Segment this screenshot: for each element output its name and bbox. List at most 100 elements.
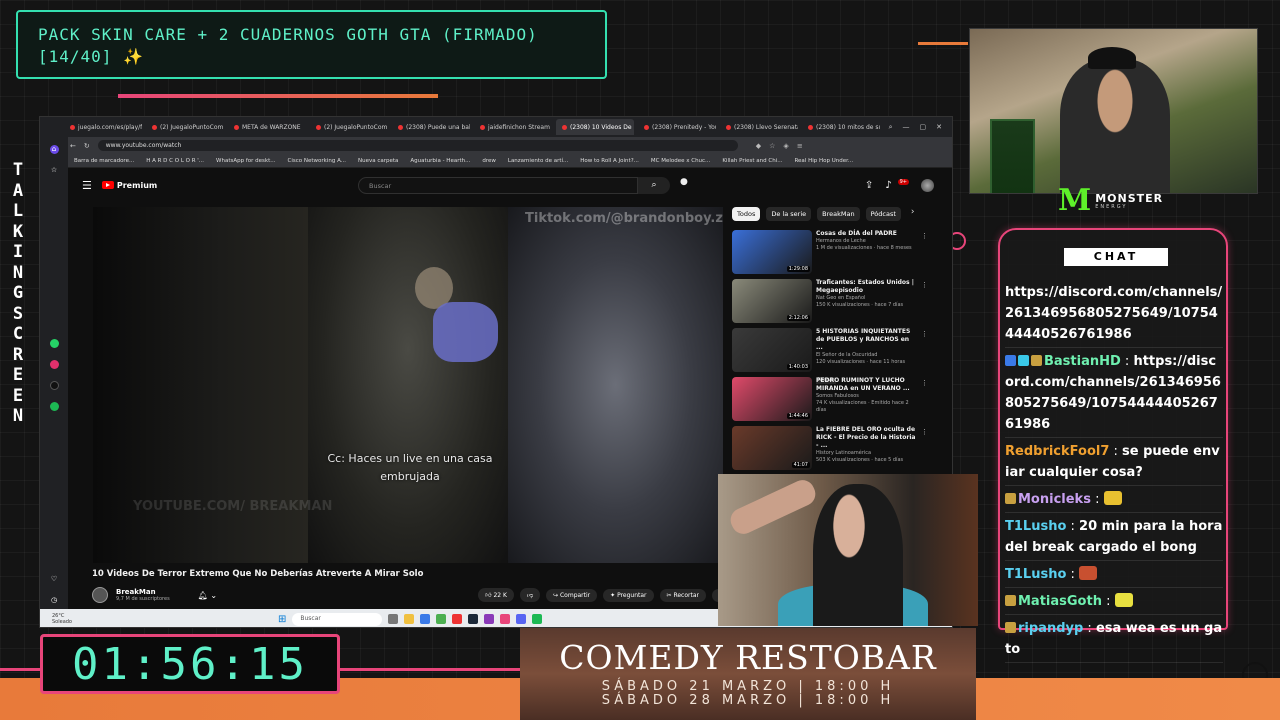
chat-username[interactable]: BastianHD — [1044, 354, 1121, 369]
browser-tab[interactable]: (2) JuegaloPuntoCom — [146, 119, 224, 135]
menu-icon[interactable]: ≡ — [797, 142, 803, 150]
more-options-icon[interactable]: ⋮ — [921, 232, 928, 240]
bookmark-item[interactable]: Lanzamiento de artí... — [508, 158, 568, 164]
more-options-icon[interactable]: ⋮ — [921, 330, 928, 338]
recommendation-title[interactable]: 5 HISTORIAS INQUIETANTES de PUEBLOS y RA… — [816, 328, 916, 352]
share-button[interactable]: ↪ Compartir — [546, 588, 598, 602]
recommendation-thumbnail[interactable]: 1:44:46 — [732, 377, 812, 421]
browser-tab[interactable]: (2308) 10 mitos de sup — [802, 119, 880, 135]
clock-icon[interactable]: ◷ — [50, 596, 59, 605]
more-options-icon[interactable]: ⋮ — [921, 428, 928, 436]
bookmark-item[interactable]: Nueva carpeta — [358, 158, 398, 164]
recommendation-thumbnail[interactable]: 41:07 — [732, 426, 812, 470]
channel-name[interactable]: BreakMan — [116, 588, 170, 596]
chat-username[interactable]: ripandyp — [1018, 621, 1083, 636]
microphone-icon[interactable]: ● — [680, 177, 688, 187]
taskbar-app-icon[interactable] — [532, 614, 543, 624]
star-icon[interactable]: ☆ — [769, 142, 775, 150]
browser-tab[interactable]: (2308) Puede una bala — [392, 119, 470, 135]
chat-username[interactable]: RedbrickFool7 — [1005, 444, 1109, 459]
filter-chip[interactable]: De la serie — [766, 207, 812, 221]
recommendation-thumbnail[interactable]: 1:29:08 — [732, 230, 812, 274]
bookmark-item[interactable]: Cisco Networking A... — [288, 158, 347, 164]
reload-icon[interactable]: ↻ — [84, 142, 90, 150]
instagram-icon[interactable] — [49, 360, 59, 369]
recommendation-item[interactable]: 2:12:06 Traficantes: Estados Unidos | Meg… — [732, 279, 932, 328]
upload-icon[interactable]: ⇪ — [865, 180, 873, 191]
bookmark-item[interactable]: H A R D C O L O R '... — [146, 158, 204, 164]
heart-icon[interactable]: ♡ — [50, 575, 59, 584]
filter-chip[interactable]: Pódcast — [865, 207, 901, 221]
bookmark-item[interactable]: Killah Priest and Chi... — [722, 158, 782, 164]
weather-widget[interactable]: 26°C Soleado — [52, 613, 72, 625]
search-icon[interactable]: ⌕ — [638, 177, 670, 194]
bookmark-item[interactable]: WhatsApp for deskt... — [216, 158, 275, 164]
recommendation-title[interactable]: Traficantes: Estados Unidos | Megaepisod… — [816, 279, 916, 295]
recommendation-title[interactable]: La FIEBRE DEL ORO oculta de RICK - El Pr… — [816, 426, 916, 450]
video-player[interactable]: Tiktok.com/@brandonboy.z YOUTUBE.COM/ BR… — [93, 207, 723, 563]
bookmark-item[interactable]: Barra de marcadore... — [74, 158, 134, 164]
youtube-logo[interactable]: Premium — [101, 181, 157, 190]
windows-start-icon[interactable]: ⊞ — [278, 614, 286, 625]
browser-tab[interactable]: jaidefinichon Stream — [474, 119, 552, 135]
browser-tab[interactable]: META de WARZONE — [228, 119, 306, 135]
taskbar-app-icon[interactable] — [516, 614, 527, 624]
browser-tab[interactable]: juegalo.com/es/play/fr — [64, 119, 142, 135]
spotify-icon[interactable] — [49, 402, 59, 411]
taskbar-app-icon[interactable] — [484, 614, 495, 624]
recommendation-item[interactable]: 1:40:03 5 HISTORIAS INQUIETANTES de PUEBL… — [732, 328, 932, 384]
recommendation-title[interactable]: Cosas de DÍA del PADRE — [816, 230, 916, 238]
subscribe-bell-icon[interactable]: 🔔︎ ⌄ — [198, 591, 217, 600]
filter-chip[interactable]: BreakMan — [817, 207, 860, 221]
youtube-search-input[interactable]: Buscar — [358, 177, 638, 194]
bookmark-item[interactable]: Real Hip Hop Under... — [794, 158, 853, 164]
hamburger-menu-icon[interactable]: ☰ — [82, 179, 92, 192]
minimize-icon[interactable]: — — [903, 123, 910, 132]
whatsapp-icon[interactable] — [49, 339, 59, 348]
recommendation-item[interactable]: 41:07 La FIEBRE DEL ORO oculta de RICK - … — [732, 426, 932, 482]
taskbar-app-icon[interactable] — [404, 614, 415, 624]
taskbar-app-icon[interactable] — [420, 614, 431, 624]
close-icon[interactable]: ✕ — [936, 123, 942, 132]
recommendation-thumbnail[interactable]: 2:12:06 — [732, 279, 812, 323]
bookmark-item[interactable]: MC Melodee x Chuc... — [651, 158, 710, 164]
extension-icon[interactable]: ◆ — [756, 142, 761, 150]
url-field[interactable]: www.youtube.com/watch — [97, 140, 738, 151]
home-icon[interactable]: ⌂ — [49, 145, 59, 154]
recommendation-item[interactable]: 1:29:08 Cosas de DÍA del PADRE Hermanos de… — [732, 230, 932, 279]
filter-chip[interactable]: Todos — [732, 207, 761, 221]
notifications-bell-icon[interactable]: ♪ — [885, 180, 891, 191]
browser-tab[interactable]: (2) JuegaloPuntoCom — [310, 119, 388, 135]
browser-tab[interactable]: (2308) Llevo Serenata — [720, 119, 798, 135]
chat-username[interactable]: MatiasGoth — [1018, 594, 1102, 609]
ask-button[interactable]: ✦ Preguntar — [603, 588, 654, 602]
back-icon[interactable]: ← — [70, 142, 76, 150]
taskbar-app-icon[interactable] — [388, 614, 399, 624]
taskbar-app-icon[interactable] — [436, 614, 447, 624]
more-options-icon[interactable]: ⋮ — [921, 281, 928, 289]
chat-username[interactable]: T1Lusho — [1005, 519, 1066, 534]
user-avatar[interactable] — [921, 179, 934, 192]
search-tabs-icon[interactable]: ⌕ — [889, 123, 893, 132]
bookmark-icon[interactable]: ☆ — [50, 166, 59, 175]
like-button[interactable]: 👍︎ 22 K — [478, 588, 514, 602]
bookmark-item[interactable]: drew — [482, 158, 496, 164]
browser-tab[interactable]: (2308) 10 Videos De — [556, 119, 634, 135]
extension-icon[interactable]: ◈ — [783, 142, 788, 150]
bookmark-item[interactable]: How to Roll A Joint?... — [580, 158, 639, 164]
taskbar-search-input[interactable]: Buscar — [292, 612, 383, 626]
browser-tab[interactable]: (2308) Prenitedy - YouT — [638, 119, 716, 135]
clip-button[interactable]: ✂ Recortar — [659, 588, 706, 602]
dislike-button[interactable]: 👎︎ — [519, 588, 541, 602]
taskbar-app-icon[interactable] — [452, 614, 463, 624]
channel-avatar[interactable] — [92, 587, 108, 603]
more-options-icon[interactable]: ⋮ — [921, 379, 928, 387]
taskbar-app-icon[interactable] — [468, 614, 479, 624]
recommendation-thumbnail[interactable]: 1:40:03 — [732, 328, 812, 372]
recommendation-item[interactable]: 1:44:46 PEDRO RUMINOT Y LUCHO MIRANDA en … — [732, 377, 932, 426]
tiktok-icon[interactable] — [49, 381, 59, 390]
bookmark-item[interactable]: Aguaturbia - Hearth... — [410, 158, 470, 164]
recommendation-title[interactable]: PEDRO RUMINOT Y LUCHO MIRANDA en UN VERA… — [816, 377, 916, 393]
chat-username[interactable]: T1Lusho — [1005, 567, 1066, 582]
taskbar-app-icon[interactable] — [500, 614, 511, 624]
